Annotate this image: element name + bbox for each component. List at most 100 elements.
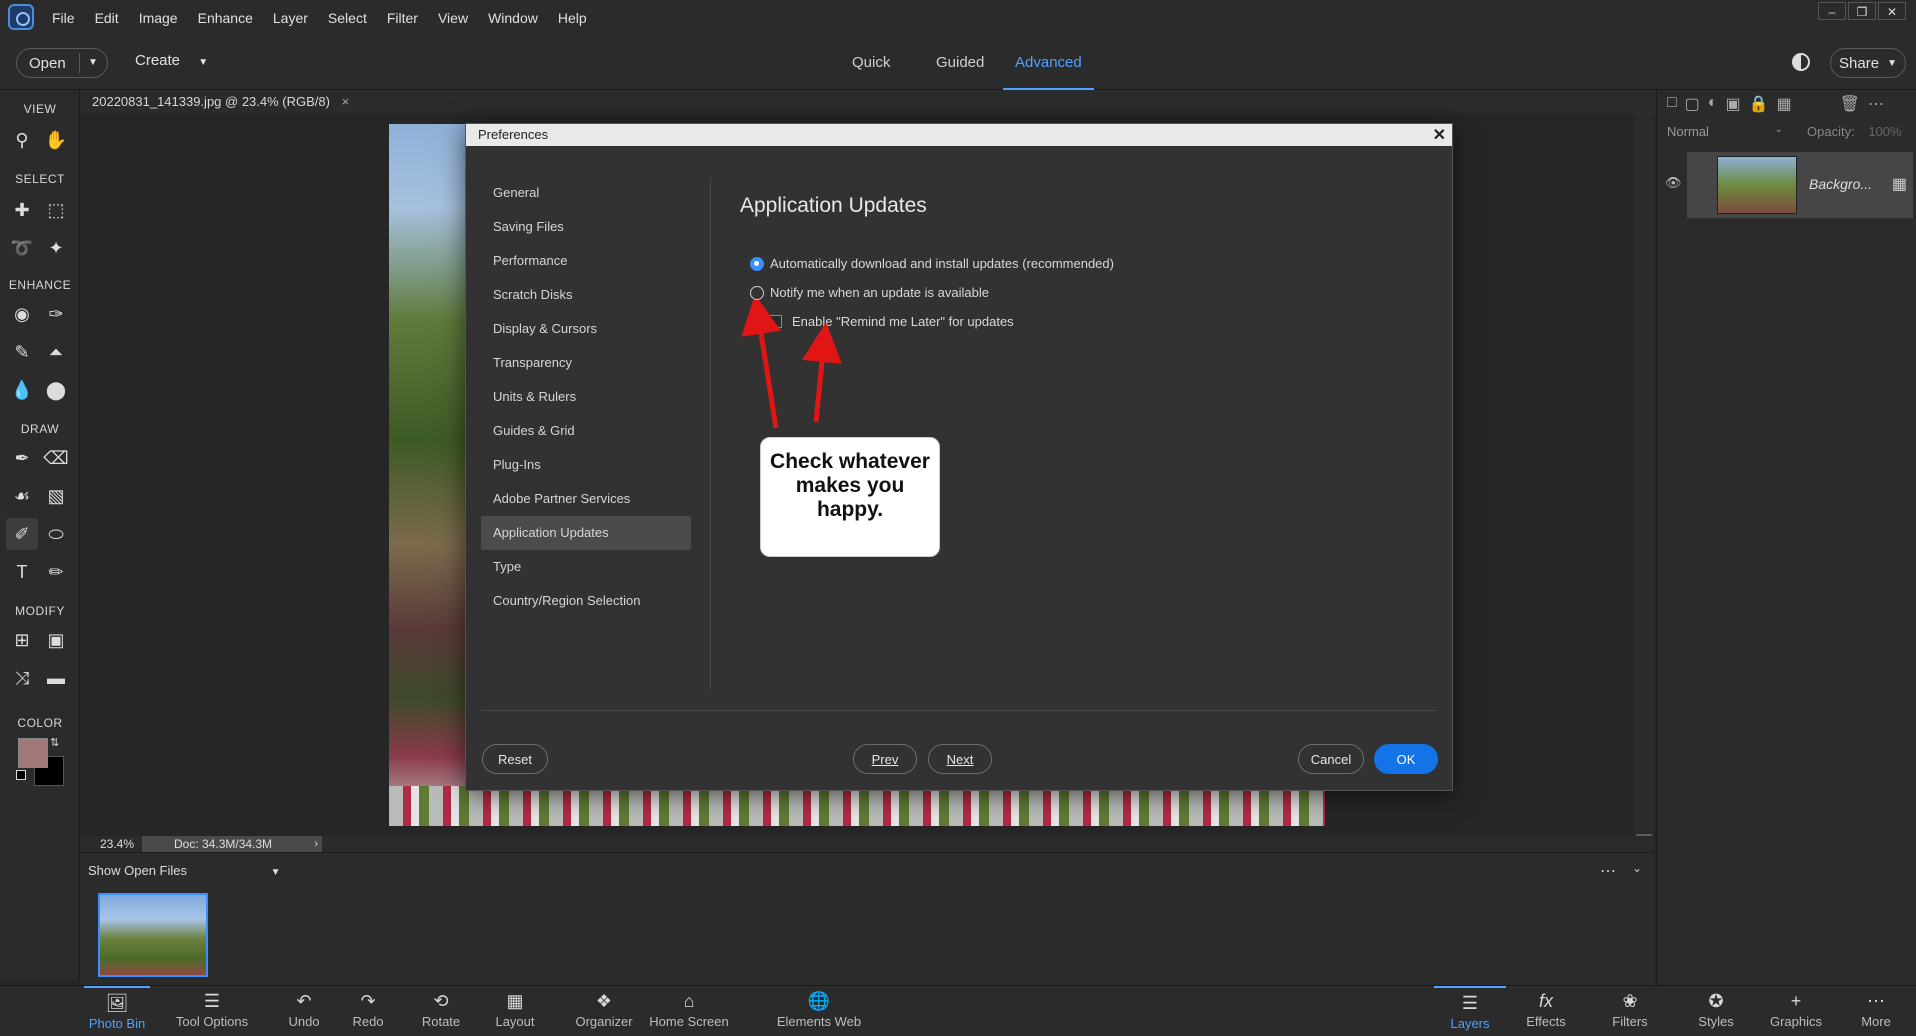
healing-brush-tool-icon[interactable]: ✑ [40,298,72,330]
straighten-tool-icon[interactable]: ▬ [40,662,72,694]
nav-type[interactable]: Type [481,550,691,584]
redo-button[interactable]: ↷ Redo [346,986,390,1036]
nav-general[interactable]: General [481,176,691,210]
nav-guides-grid[interactable]: Guides & Grid [481,414,691,448]
dialog-close-icon[interactable]: ✕ [1433,125,1446,145]
layer-mask-icon[interactable]: ▣ [1725,94,1740,118]
chevron-down-icon[interactable]: ▼ [79,53,98,73]
nav-country-region[interactable]: Country/Region Selection [481,584,691,618]
menu-filter[interactable]: Filter [387,10,418,26]
tab-quick[interactable]: Quick [852,36,890,90]
lock-all-icon[interactable]: 🔒 [1749,94,1769,118]
eyedropper-tool-icon[interactable]: ✐ [6,518,38,550]
prev-button[interactable]: Prev [853,744,917,774]
eraser-tool-icon[interactable]: ⌫ [40,442,72,474]
doc-size-info[interactable]: Doc: 34.3M/34.3M › [142,836,322,852]
recompose-tool-icon[interactable]: ▣ [40,624,72,656]
close-window-button[interactable]: ✕ [1878,2,1906,20]
lasso-tool-icon[interactable]: ➰ [6,232,38,264]
auto-update-radio[interactable] [750,256,764,271]
open-file-thumbnail[interactable] [98,893,208,977]
nav-plug-ins[interactable]: Plug-Ins [481,448,691,482]
cancel-button[interactable]: Cancel [1298,744,1364,774]
filters-button[interactable]: ❀ Filters [1606,986,1654,1036]
opacity-control[interactable]: Opacity: 100% [1807,124,1902,139]
reset-button[interactable]: Reset [482,744,548,774]
option-auto-update[interactable]: Automatically download and install updat… [750,256,1114,271]
collapse-chevron-icon[interactable]: ⌄ [1632,861,1642,875]
minimize-button[interactable]: – [1818,2,1846,20]
tab-advanced[interactable]: Advanced [1003,36,1094,90]
red-eye-tool-icon[interactable]: ◉ [6,298,38,330]
paint-bucket-tool-icon[interactable]: ☙ [6,480,38,512]
more-options-icon[interactable]: ⋯ [1600,861,1616,881]
nav-performance[interactable]: Performance [481,244,691,278]
undo-button[interactable]: ↶ Undo [282,986,326,1036]
new-group-icon[interactable]: ▢ [1685,94,1700,118]
close-tab-icon[interactable]: × [342,94,350,109]
menu-view[interactable]: View [438,10,468,26]
tab-guided[interactable]: Guided [936,36,984,90]
blur-tool-icon[interactable]: 💧 [6,374,38,406]
styles-button[interactable]: ✪ Styles [1692,986,1740,1036]
create-button[interactable]: Create ▼ [135,52,208,69]
notify-radio[interactable] [750,285,764,300]
menu-window[interactable]: Window [488,10,538,26]
default-colors-icon[interactable] [16,770,26,780]
nav-transparency[interactable]: Transparency [481,346,691,380]
nav-scratch-disks[interactable]: Scratch Disks [481,278,691,312]
effects-button[interactable]: fx Effects [1522,986,1570,1036]
menu-help[interactable]: Help [558,10,587,26]
pencil-tool-icon[interactable]: ✏ [40,556,72,588]
move-tool-icon[interactable]: ✚ [6,194,38,226]
type-tool-icon[interactable]: T [6,556,38,588]
restore-button[interactable]: ❐ [1848,2,1876,20]
delete-layer-icon[interactable]: 🗑 [1840,94,1860,118]
clone-stamp-tool-icon[interactable]: ⏶ [40,336,72,368]
elements-web-button[interactable]: 🌐 Elements Web [776,986,862,1036]
brush-tool-icon[interactable]: ✒ [6,442,38,474]
marquee-tool-icon[interactable]: ⬚ [40,194,72,226]
menu-edit[interactable]: Edit [95,10,119,26]
home-screen-button[interactable]: ⌂ Home Screen [648,986,730,1036]
menu-select[interactable]: Select [328,10,367,26]
next-button[interactable]: Next [928,744,992,774]
zoom-tool-icon[interactable]: ⚲ [6,124,38,156]
adjustment-layer-icon[interactable]: ◐ [1708,94,1718,118]
nav-units-rulers[interactable]: Units & Rulers [481,380,691,414]
layers-button[interactable]: ☰ Layers [1434,986,1506,1036]
hand-tool-icon[interactable]: ✋ [40,124,72,156]
nav-adobe-partner-services[interactable]: Adobe Partner Services [481,482,691,516]
vertical-scrollbar[interactable] [1634,114,1654,850]
menu-image[interactable]: Image [139,10,178,26]
menu-enhance[interactable]: Enhance [198,10,253,26]
lock-transparency-icon[interactable]: ▦ [1777,94,1792,118]
visibility-eye-icon[interactable]: 👁 [1665,175,1682,191]
shape-tool-icon[interactable]: ⬭ [40,518,72,550]
gradient-tool-icon[interactable]: ▧ [40,480,72,512]
blend-mode-dropdown[interactable]: Normal ⌄ [1667,124,1787,146]
more-button[interactable]: ⋯ More [1856,986,1896,1036]
layout-button[interactable]: ▦ Layout [490,986,540,1036]
nav-saving-files[interactable]: Saving Files [481,210,691,244]
swap-colors-icon[interactable]: ⇅ [50,736,59,749]
smart-brush-tool-icon[interactable]: ✎ [6,336,38,368]
layer-row-background[interactable]: Backgro... ▦ [1687,152,1913,218]
theme-toggle-icon[interactable] [1792,53,1810,71]
ok-button[interactable]: OK [1374,744,1438,774]
rotate-button[interactable]: ⟲ Rotate [414,986,468,1036]
photo-bin-button[interactable]: 🖼 Photo Bin [84,986,150,1036]
open-button[interactable]: Open ▼ [16,48,108,78]
crop-tool-icon[interactable]: ⊞ [6,624,38,656]
document-tab[interactable]: 20220831_141339.jpg @ 23.4% (RGB/8) × [92,94,349,109]
graphics-button[interactable]: + Graphics [1768,986,1824,1036]
magic-wand-tool-icon[interactable]: ✦ [40,232,72,264]
foreground-color-swatch[interactable] [18,738,48,768]
sponge-tool-icon[interactable]: ⬤ [40,374,72,406]
menu-layer[interactable]: Layer [273,10,308,26]
nav-display-cursors[interactable]: Display & Cursors [481,312,691,346]
organizer-button[interactable]: ❖ Organizer [574,986,634,1036]
new-layer-icon[interactable]: □ [1667,94,1677,118]
more-options-icon[interactable]: ⋯ [1868,94,1884,118]
menu-file[interactable]: File [52,10,75,26]
